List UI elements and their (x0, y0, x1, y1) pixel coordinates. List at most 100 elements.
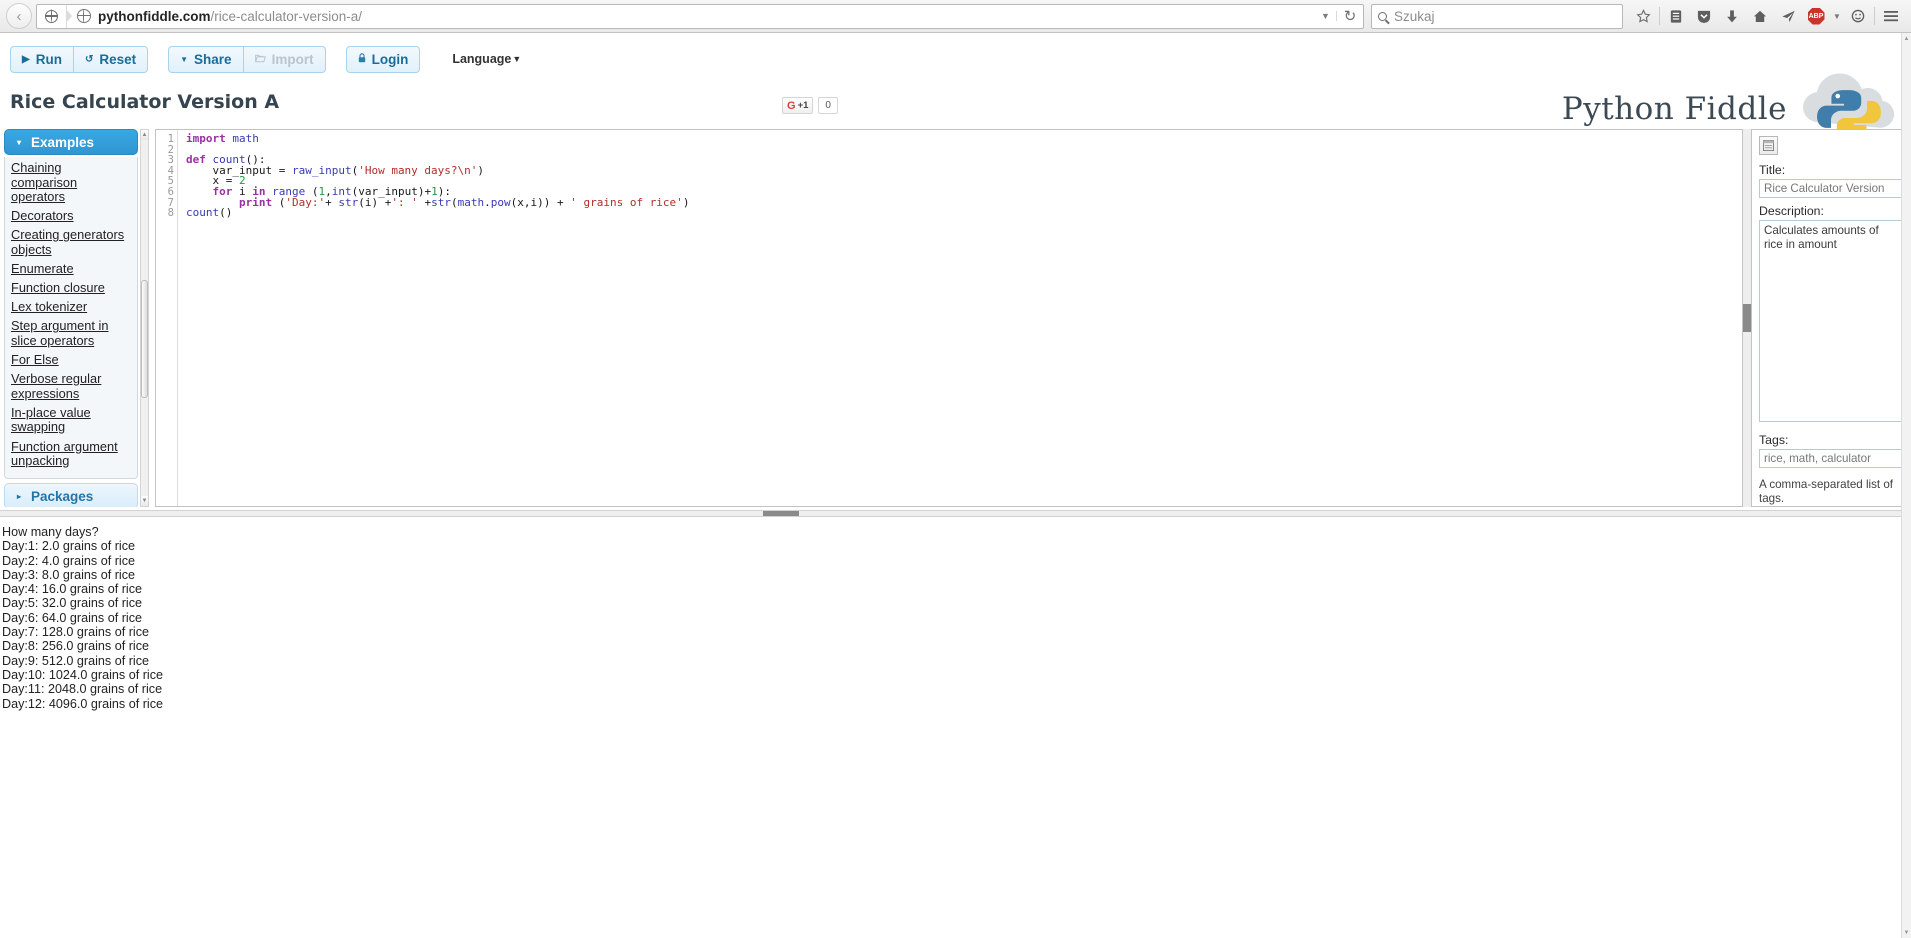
sidebar-scroll-thumb[interactable] (141, 280, 148, 398)
example-link[interactable]: For Else (11, 353, 131, 368)
language-menu[interactable]: Language ▼ (452, 52, 521, 66)
page-icon (45, 10, 58, 23)
console-line: How many days? (2, 525, 1911, 539)
properties-toggle-icon[interactable] (1759, 136, 1778, 155)
code-line (186, 145, 1742, 156)
example-link[interactable]: In-place value swapping (11, 406, 131, 435)
console-line: Day:4: 16.0 grains of rice (2, 582, 1911, 596)
horizontal-splitter[interactable] (0, 510, 1911, 517)
back-button[interactable]: ‹ (6, 3, 32, 29)
login-group: Login (346, 46, 421, 73)
line-number: 6 (156, 187, 174, 198)
tags-input[interactable] (1759, 449, 1903, 468)
splitter-grip[interactable] (1743, 304, 1751, 332)
run-reset-group: ▶ Run ↺ Reset (10, 46, 148, 73)
sidebar-section-examples[interactable]: ▾ Examples (4, 129, 138, 155)
code-text[interactable]: import math def count(): var_input = raw… (178, 130, 1742, 506)
code-editor[interactable]: 1 2 3 4 5 6 7 8 import math def count():… (155, 129, 1743, 507)
example-link[interactable]: Function closure (11, 281, 131, 296)
play-icon: ▶ (22, 54, 30, 65)
example-link[interactable]: Function argument unpacking (11, 440, 131, 469)
search-icon (1378, 12, 1387, 21)
reset-button[interactable]: ↺ Reset (74, 46, 148, 73)
vertical-splitter[interactable] (1743, 129, 1751, 507)
console-output: How many days?Day:1: 2.0 grains of riceD… (0, 517, 1911, 711)
import-button[interactable]: Import (244, 46, 326, 73)
share-button[interactable]: ▼ Share (168, 46, 243, 73)
console-line: Day:10: 1024.0 grains of rice (2, 668, 1911, 682)
code-line: count() (186, 208, 1742, 219)
description-label: Description: (1759, 204, 1903, 218)
sidebar-section-packages[interactable]: ▸ Packages (4, 483, 138, 507)
chevron-down-icon: ▾ (17, 138, 21, 147)
page-title: Rice Calculator Version A (10, 89, 1911, 113)
share-label: Share (194, 52, 232, 67)
example-link[interactable]: Enumerate (11, 262, 131, 277)
folder-icon (255, 54, 266, 66)
example-link[interactable]: Lex tokenizer (11, 300, 131, 315)
abp-badge: ABP (1808, 8, 1825, 25)
send-icon[interactable] (1774, 2, 1802, 30)
example-link[interactable]: Creating generators objects (11, 228, 131, 257)
google-g-icon: G (787, 100, 796, 112)
scroll-up-arrow-icon[interactable]: ▲ (141, 130, 148, 140)
page-scrollbar[interactable]: ▲ ▼ (1901, 33, 1911, 938)
reading-list-icon[interactable] (1662, 2, 1690, 30)
back-arrow-icon: ‹ (17, 8, 22, 25)
console-line: Day:2: 4.0 grains of rice (2, 554, 1911, 568)
address-bar[interactable]: pythonfiddle.com/rice-calculator-version… (36, 4, 1364, 29)
star-icon[interactable] (1629, 2, 1657, 30)
examples-header-label: Examples (31, 135, 94, 150)
sidebar: ▾ Examples Chaining comparison operators… (4, 129, 149, 507)
horizontal-splitter-grip[interactable] (763, 511, 799, 516)
address-dropdown-icon[interactable]: ▼ (1315, 11, 1337, 21)
line-number: 1 (156, 134, 174, 145)
url-path: /rice-calculator-version-a/ (211, 9, 363, 24)
page-scroll-down-icon[interactable]: ▼ (1902, 927, 1911, 938)
code-line: import math (186, 134, 1742, 145)
download-icon[interactable] (1718, 2, 1746, 30)
caret-down-icon: ▼ (512, 54, 521, 64)
examples-list: Chaining comparison operators Decorators… (4, 157, 138, 479)
chat-icon[interactable] (1844, 2, 1872, 30)
example-link[interactable]: Decorators (11, 209, 131, 224)
example-link[interactable]: Chaining comparison operators (11, 161, 131, 205)
site-identity-box[interactable] (37, 5, 67, 28)
reset-label: Reset (99, 52, 136, 67)
run-button[interactable]: ▶ Run (10, 46, 74, 73)
sidebar-scrollbar[interactable]: ▲ ▼ (140, 129, 149, 507)
title-input[interactable] (1759, 179, 1903, 198)
reload-icon[interactable]: ↻ (1337, 7, 1363, 25)
scroll-down-arrow-icon[interactable]: ▼ (141, 496, 148, 506)
page-scroll-up-icon[interactable]: ▲ (1902, 33, 1911, 44)
tags-hint: A comma-separated list of tags. (1759, 478, 1903, 506)
properties-panel: Title: Description: Calculates amounts o… (1751, 129, 1911, 507)
adblock-dropdown-icon[interactable]: ▼ (1830, 2, 1844, 30)
toolbar-divider (1659, 7, 1660, 25)
google-plus-one-button[interactable]: G +1 (782, 97, 813, 114)
example-link[interactable]: Verbose regular expressions (11, 372, 131, 401)
home-icon[interactable] (1746, 2, 1774, 30)
console-line: Day:3: 8.0 grains of rice (2, 568, 1911, 582)
run-label: Run (36, 52, 62, 67)
console-line: Day:8: 256.0 grains of rice (2, 639, 1911, 653)
console-line: Day:5: 32.0 grains of rice (2, 596, 1911, 610)
search-placeholder: Szukaj (1394, 9, 1435, 24)
browser-search-box[interactable]: Szukaj (1371, 4, 1623, 29)
caret-down-icon: ▼ (180, 55, 188, 64)
plus-one-label: +1 (798, 100, 809, 111)
adblock-plus-icon[interactable]: ABP (1802, 2, 1830, 30)
login-label: Login (372, 52, 409, 67)
google-plus-widget: G +1 0 (782, 97, 838, 114)
console-line: Day:9: 512.0 grains of rice (2, 654, 1911, 668)
chevron-right-icon: ▸ (17, 492, 21, 501)
workspace: ▾ Examples Chaining comparison operators… (0, 129, 1911, 507)
pocket-icon[interactable] (1690, 2, 1718, 30)
title-label: Title: (1759, 163, 1903, 177)
packages-header-label: Packages (31, 489, 93, 504)
login-button[interactable]: Login (346, 46, 421, 73)
example-link[interactable]: Step argument in slice operators (11, 319, 131, 348)
app-toolbar: ▶ Run ↺ Reset ▼ Share Import Login Langu… (0, 33, 1911, 89)
hamburger-menu-icon[interactable] (1877, 2, 1905, 30)
description-textarea[interactable]: Calculates amounts of rice in amount (1759, 220, 1903, 422)
